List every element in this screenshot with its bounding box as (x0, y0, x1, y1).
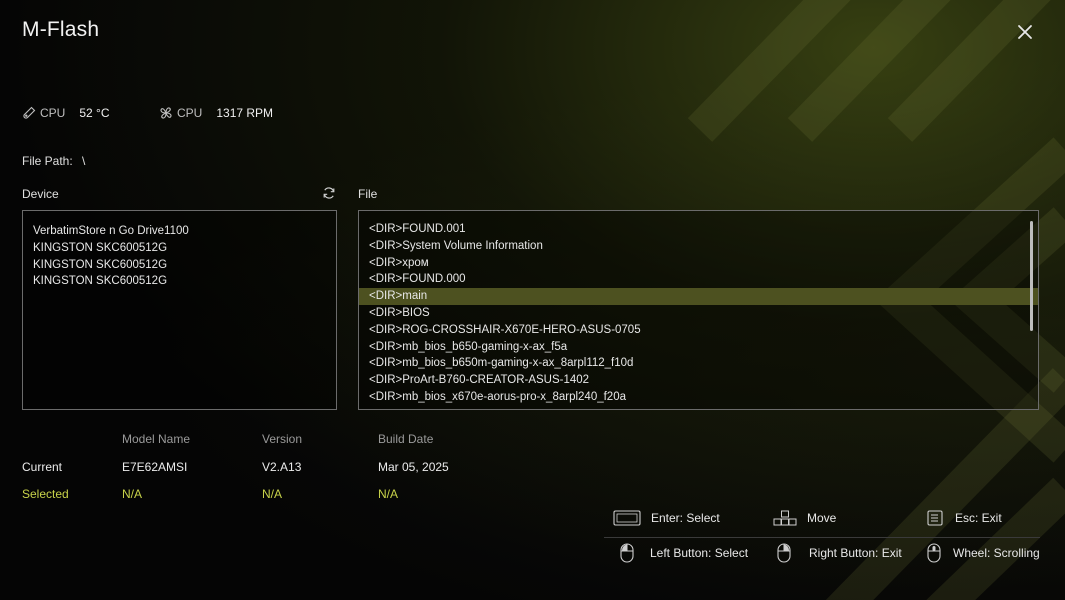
arrow-keys-icon (773, 510, 797, 526)
hint-enter-text: Enter: Select (651, 511, 720, 525)
file-item[interactable]: <DIR>BIOS (359, 305, 1038, 322)
file-list-scrollbar[interactable] (1030, 221, 1033, 331)
close-button[interactable] (1013, 20, 1037, 44)
file-list[interactable]: <DIR>FOUND.001 <DIR>System Volume Inform… (358, 210, 1039, 410)
cpu-temp-label: CPU (40, 106, 66, 120)
cpu-fan-label: CPU (177, 106, 203, 120)
hint-right-button: Right Button: Exit (777, 543, 902, 563)
hint-left-button-text: Left Button: Select (650, 546, 749, 560)
cpu-temp-value: 52 °C (79, 106, 110, 120)
file-path-label: File Path: (22, 154, 73, 168)
device-label: Device (22, 187, 59, 201)
file-item[interactable]: <DIR>mb_bios_x670e-aorus-pro-x_8arpl240_… (359, 389, 1038, 406)
selected-label: Selected (22, 487, 69, 501)
file-path: File Path: \ (22, 154, 85, 168)
header-build-date: Build Date (378, 432, 434, 446)
thermometer-icon (23, 106, 36, 119)
selected-model-name: N/A (122, 487, 143, 501)
hint-divider (604, 537, 1040, 538)
file-item[interactable]: <DIR>FOUND.000 (359, 271, 1038, 288)
fan-icon (160, 107, 172, 119)
file-label: File (358, 187, 378, 201)
cpu-temp-sensor: CPU 52 °C (22, 106, 110, 120)
header-model-name: Model Name (122, 432, 191, 446)
file-item[interactable]: <DIR>mb_bios_b650-gaming-x-ax_f5a (359, 339, 1038, 356)
refresh-button[interactable] (322, 186, 336, 200)
device-item[interactable]: KINGSTON SKC600512G (23, 240, 336, 257)
close-icon (1018, 25, 1032, 39)
file-path-value: \ (82, 154, 86, 168)
current-model-name: E7E62AMSI (122, 460, 188, 474)
window-title: M-Flash (22, 18, 100, 41)
hint-esc-text: Esc: Exit (955, 511, 1002, 525)
file-item[interactable]: <DIR>System Volume Information (359, 238, 1038, 255)
header-version: Version (262, 432, 303, 446)
file-item[interactable]: <DIR>ROG-CROSSHAIR-X670E-HERO-ASUS-0705 (359, 322, 1038, 339)
device-item[interactable]: KINGSTON SKC600512G (23, 257, 336, 274)
current-version: V2.A13 (262, 460, 302, 474)
hint-move: Move (773, 510, 836, 526)
device-list[interactable]: VerbatimStore n Go Drive1100 KINGSTON SK… (22, 210, 337, 410)
file-item[interactable]: <DIR>ProArt-B760-CREATOR-ASUS-1402 (359, 372, 1038, 389)
hint-left-button: Left Button: Select (620, 543, 748, 563)
cpu-fan-value: 1317 RPM (216, 106, 274, 120)
current-label: Current (22, 460, 63, 474)
mouse-left-icon (620, 543, 634, 563)
file-item[interactable]: <DIR>FOUND.001 (359, 221, 1038, 238)
hint-right-button-text: Right Button: Exit (809, 546, 902, 560)
hint-esc: Esc: Exit (927, 510, 1002, 526)
file-item[interactable]: <DIR>хром (359, 255, 1038, 272)
keyboard-enter-icon (613, 510, 641, 526)
selected-build-date: N/A (378, 487, 399, 501)
hint-enter: Enter: Select (613, 510, 720, 526)
device-item[interactable]: VerbatimStore n Go Drive1100 (23, 223, 336, 240)
file-item[interactable]: <DIR>mb_bios_b650m-gaming-x-ax_8arpl112_… (359, 355, 1038, 372)
selected-version: N/A (262, 487, 283, 501)
device-item[interactable]: KINGSTON SKC600512G (23, 273, 336, 290)
hint-wheel-text: Wheel: Scrolling (953, 546, 1040, 560)
esc-key-icon (927, 510, 943, 526)
hint-wheel: Wheel: Scrolling (927, 543, 1040, 563)
current-build-date: Mar 05, 2025 (378, 460, 449, 474)
mouse-wheel-icon (927, 543, 941, 563)
mouse-right-icon (777, 543, 791, 563)
refresh-icon (323, 187, 335, 199)
cpu-fan-sensor: CPU 1317 RPM (159, 106, 273, 120)
hint-move-text: Move (807, 511, 837, 525)
file-item[interactable]: <DIR>main (359, 288, 1038, 305)
